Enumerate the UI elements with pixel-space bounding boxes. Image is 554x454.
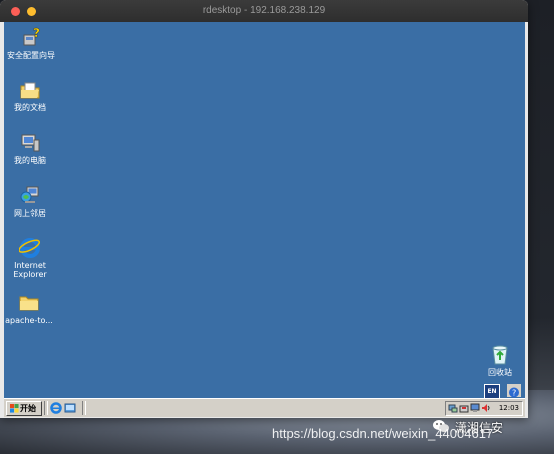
taskbar: 开始 12:03 bbox=[4, 398, 525, 417]
desktop-icon-label: 网上邻居 bbox=[14, 209, 46, 218]
security-tray-icon[interactable] bbox=[459, 403, 469, 413]
recycle-bin-icon bbox=[492, 345, 508, 365]
language-help-button[interactable]: ? bbox=[507, 384, 522, 398]
desktop-icon-my-documents[interactable]: 我的文档 bbox=[0, 79, 60, 112]
start-label: 开始 bbox=[20, 404, 36, 413]
desktop-icon-label: 我的电脑 bbox=[14, 156, 46, 165]
desktop-icon-label: 安全配置向导 bbox=[7, 51, 55, 60]
rdesktop-window: rdesktop - 192.168.238.129 ? 安全配置向导 我的文档 bbox=[0, 0, 528, 418]
window-title: rdesktop - 192.168.238.129 bbox=[202, 5, 326, 16]
svg-text:?: ? bbox=[512, 389, 516, 398]
network-places-icon bbox=[20, 186, 39, 203]
clock[interactable]: 12:03 bbox=[499, 402, 519, 415]
remote-desktop[interactable]: ? 安全配置向导 我的文档 我的电脑 网上邻居 Internet Explore… bbox=[1, 22, 528, 416]
watermark-url: https://blog.csdn.net/weixin_44004617 bbox=[272, 426, 494, 441]
internet-explorer-icon bbox=[19, 238, 41, 258]
desktop-icon-label-line2: Explorer bbox=[13, 270, 47, 279]
desktop-icon-network-places[interactable]: 网上邻居 bbox=[0, 185, 60, 218]
system-tray: 12:03 bbox=[445, 401, 523, 416]
security-wizard-icon: ? bbox=[23, 27, 40, 46]
network-tray-icon[interactable] bbox=[448, 403, 458, 413]
svg-text:?: ? bbox=[33, 27, 40, 40]
language-bar: EN ? bbox=[484, 384, 525, 416]
language-indicator-button[interactable]: EN bbox=[484, 384, 500, 399]
desktop-icon-label-line1: Internet bbox=[14, 261, 46, 270]
desktop-icon-internet-explorer[interactable]: Internet Explorer bbox=[0, 237, 60, 279]
desktop-icon-label: 回收站 bbox=[488, 368, 512, 377]
desktop-icon-recycle-bin[interactable]: 回收站 bbox=[470, 344, 528, 377]
taskbar-separator bbox=[82, 401, 86, 415]
desktop-icon-my-computer[interactable]: 我的电脑 bbox=[0, 132, 60, 165]
my-documents-icon bbox=[20, 82, 40, 99]
show-desktop-icon[interactable] bbox=[64, 402, 76, 414]
display-tray-icon[interactable] bbox=[470, 403, 480, 413]
desktop-icon-label: 我的文档 bbox=[14, 103, 46, 112]
folder-icon bbox=[19, 296, 39, 311]
desktop-icon-security-wizard[interactable]: ? 安全配置向导 bbox=[1, 27, 61, 60]
title-bar[interactable]: rdesktop - 192.168.238.129 bbox=[0, 0, 528, 22]
my-computer-icon bbox=[21, 134, 40, 152]
volume-tray-icon[interactable] bbox=[481, 403, 491, 413]
desktop-icon-apache-folder[interactable]: apache-to... bbox=[0, 292, 59, 325]
start-button[interactable]: 开始 bbox=[6, 401, 42, 416]
desktop-icon-label: apache-to... bbox=[5, 316, 53, 325]
taskbar-separator bbox=[44, 401, 48, 415]
windows-flag-icon bbox=[10, 404, 19, 413]
ie-quicklaunch-icon[interactable] bbox=[50, 402, 62, 414]
